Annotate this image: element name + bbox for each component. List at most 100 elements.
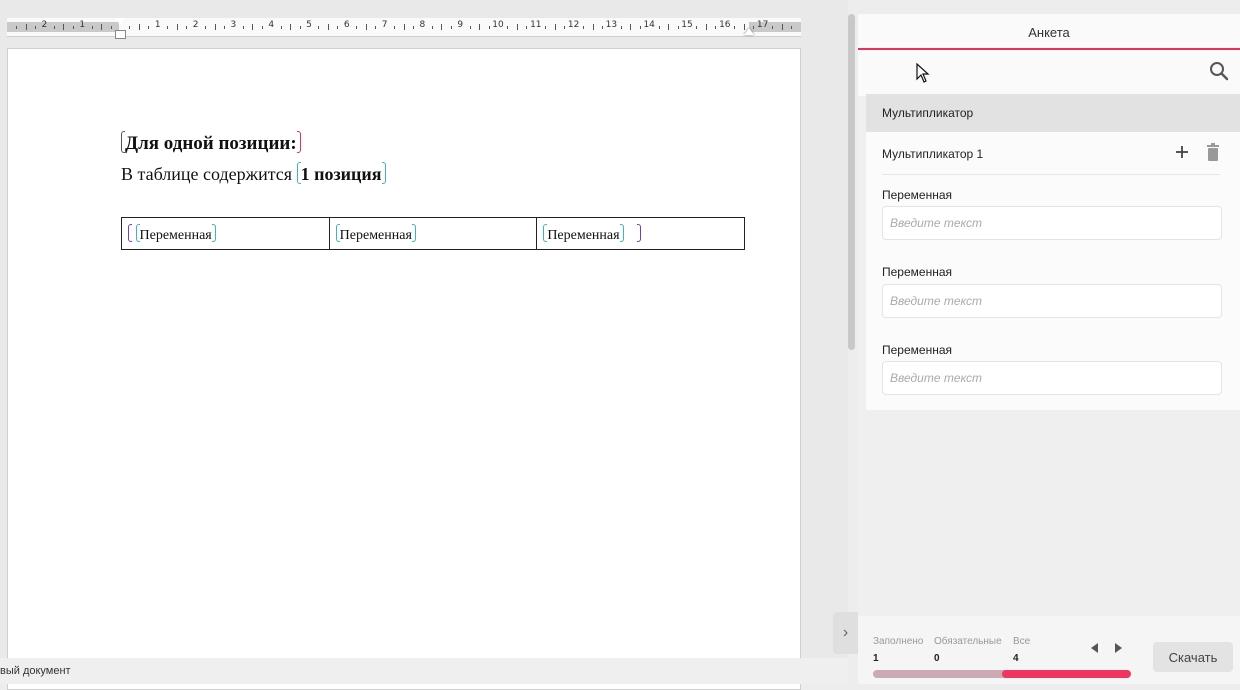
ruler-tick	[668, 24, 670, 30]
ruler-number: 1	[154, 20, 161, 30]
ruler-tick	[91, 26, 93, 29]
ruler-tick	[772, 26, 774, 29]
progress-fill	[1002, 670, 1131, 678]
ruler-tick	[554, 24, 556, 30]
ruler-tick	[450, 26, 452, 29]
ruler-tick	[16, 26, 18, 29]
ruler-tick	[205, 26, 207, 29]
trash-icon[interactable]	[1206, 143, 1220, 161]
document-editor: 2 1 1 2 3 4 5 6 7 8 9 10 11 12 13 14 15 16 17 Для одной по…	[0, 0, 848, 690]
filled-count: 1	[873, 653, 879, 664]
position-count-field[interactable]: 1 позиция	[301, 164, 382, 184]
left-indent-marker[interactable]	[115, 30, 126, 39]
ruler-tick	[101, 24, 103, 30]
ruler-tick	[601, 26, 603, 29]
ruler-tick	[375, 26, 377, 29]
ruler-number: 2	[192, 20, 199, 30]
plus-icon[interactable]	[1174, 144, 1190, 160]
ruler-number: 3	[230, 20, 237, 30]
collapse-panel-button[interactable]: ›	[833, 612, 858, 654]
right-indent-marker[interactable]	[744, 28, 754, 35]
field-bracket-close	[619, 223, 624, 242]
required-label: Обязательные	[934, 636, 1002, 647]
tab-questionnaire[interactable]: Анкета	[858, 25, 1240, 40]
ruler-number: 2	[41, 20, 48, 30]
ruler-tick	[592, 24, 594, 30]
ruler-tick	[186, 26, 188, 29]
variable-input[interactable]	[882, 206, 1222, 240]
chevron-right-icon: ›	[842, 624, 849, 641]
document-page[interactable]: Для одной позиции: В таблице содержится …	[7, 48, 801, 690]
variable-input[interactable]	[882, 361, 1222, 395]
table-row: Переменная Переменная Переменная	[121, 217, 745, 250]
variable-field[interactable]: Переменная	[547, 228, 619, 243]
ruler-number: 7	[381, 20, 388, 30]
ruler-tick	[129, 26, 131, 29]
ruler-tick	[639, 26, 641, 29]
search-icon[interactable]	[1208, 60, 1230, 82]
ruler-tick	[677, 26, 679, 29]
cursor-icon	[916, 63, 930, 83]
table-cell[interactable]: Переменная	[121, 217, 330, 250]
progress-bar	[873, 670, 1131, 678]
field-label: Переменная	[882, 188, 952, 202]
arrow-left-icon[interactable]	[1091, 643, 1098, 653]
section-multiplier[interactable]: Мультипликатор	[866, 94, 1240, 132]
table-cell[interactable]: Переменная	[328, 217, 538, 250]
field-bracket-close	[411, 223, 416, 242]
ruler-tick	[394, 26, 396, 29]
variable-input[interactable]	[882, 284, 1222, 318]
required-count: 0	[934, 653, 940, 664]
ruler-tick	[469, 26, 471, 29]
doc-paragraph: В таблице содержится 1 позиция	[121, 162, 386, 185]
ruler-tick	[526, 26, 528, 29]
doc-table: Переменная Переменная Переменная	[121, 217, 745, 250]
table-cell[interactable]: Переменная	[536, 217, 745, 250]
ruler-tick	[327, 24, 329, 30]
all-label: Все	[1013, 636, 1031, 647]
search-row	[858, 50, 1240, 96]
editor-scrollbar[interactable]	[848, 14, 855, 350]
ruler-tick	[318, 26, 320, 29]
ruler-tick	[620, 26, 622, 29]
multiplier-item[interactable]: Мультипликатор 1	[882, 143, 1220, 175]
ruler-tick	[696, 26, 698, 29]
ruler-tick	[545, 26, 547, 29]
ruler-tick	[214, 24, 216, 30]
doc-heading: Для одной позиции:	[121, 131, 301, 155]
ruler-tick	[403, 24, 405, 30]
ruler-tick	[34, 26, 36, 29]
ruler-tick	[252, 24, 254, 30]
ruler-tick	[53, 26, 55, 29]
ruler-tick	[441, 24, 443, 30]
ruler-tick	[734, 26, 736, 29]
ruler-tick	[110, 26, 112, 29]
ruler-tick	[705, 24, 707, 30]
ruler-tick	[138, 24, 140, 30]
first-line-indent-marker[interactable]	[115, 18, 125, 25]
field-bracket-close	[211, 223, 216, 242]
ruler-tick	[630, 24, 632, 30]
doc-paragraph-text: В таблице содержится	[121, 164, 297, 184]
ruler-tick	[223, 26, 225, 29]
ruler-tick	[507, 26, 509, 29]
ruler-tick	[290, 24, 292, 30]
ruler-number: 15	[681, 20, 693, 30]
download-button[interactable]: Скачать	[1153, 642, 1233, 672]
variable-field[interactable]: Переменная	[140, 228, 212, 243]
ruler-tick	[715, 26, 717, 29]
ruler-number: 14	[643, 20, 655, 30]
ruler-tick	[356, 26, 358, 29]
arrow-right-icon[interactable]	[1115, 643, 1122, 653]
ruler-number: 4	[268, 20, 275, 30]
ruler-tick	[167, 26, 169, 29]
horizontal-ruler[interactable]: 2 1 1 2 3 4 5 6 7 8 9 10 11 12 13 14 15 16 17	[7, 18, 801, 39]
ruler-number: 9	[457, 20, 464, 30]
ruler-tick	[365, 24, 367, 30]
ruler-tick	[242, 26, 244, 29]
ruler-number: 1	[79, 20, 86, 30]
variable-field[interactable]: Переменная	[340, 228, 412, 243]
status-document-name: вый документ	[0, 665, 71, 677]
ruler-number: 10	[492, 20, 504, 30]
ruler-tick	[25, 24, 27, 30]
